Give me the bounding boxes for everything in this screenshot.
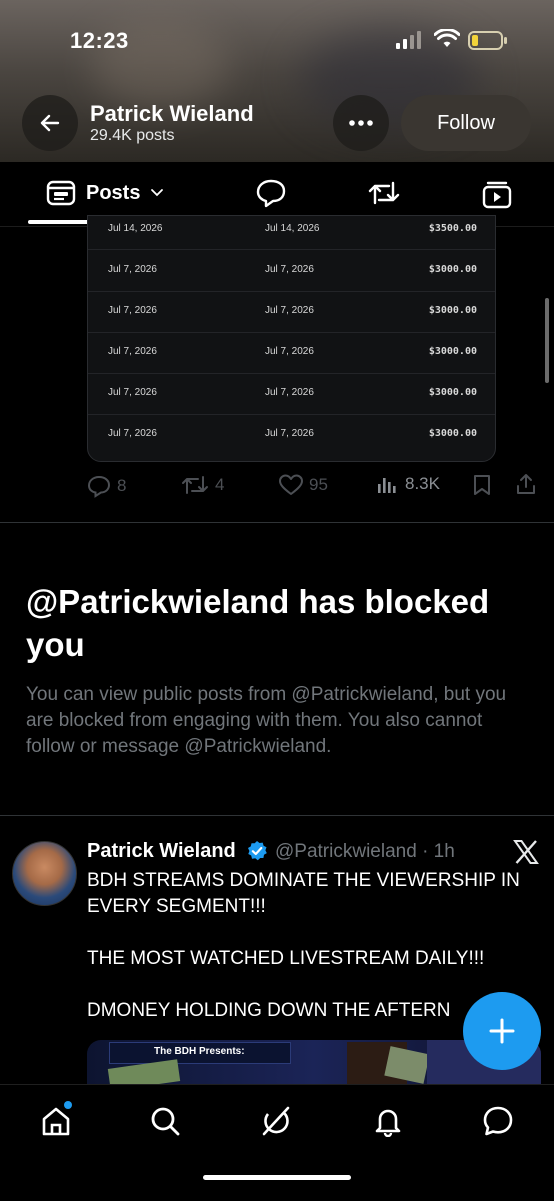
table-cell-date: Jul 14, 2026: [265, 223, 320, 234]
table-cell-date: Jul 7, 2026: [265, 428, 314, 439]
table-cell-date: Jul 7, 2026: [265, 346, 314, 357]
share-button[interactable]: [515, 472, 537, 501]
table-cell-amount: $3000.00: [428, 264, 477, 275]
bookmark-button[interactable]: [472, 474, 492, 501]
reply-count: 8: [117, 476, 127, 495]
chevron-down-icon: [151, 189, 164, 197]
table-cell-date: Jul 7, 2026: [265, 305, 314, 316]
views-action[interactable]: 8.3K: [377, 474, 440, 494]
table-cell-amount: $3500.00: [428, 223, 477, 234]
bell-icon: [375, 1109, 401, 1137]
reply-action[interactable]: 8: [87, 474, 126, 498]
table-cell-date: Jul 7, 2026: [108, 264, 157, 275]
table-cell-amount: $3000.00: [428, 305, 477, 316]
nav-notifications[interactable]: [370, 1103, 406, 1139]
chat-bubble-icon: [483, 1106, 513, 1136]
signal-icon: [396, 30, 422, 55]
tab-posts[interactable]: Posts: [46, 180, 164, 206]
ellipsis-icon: [349, 120, 373, 126]
table-cell-date: Jul 7, 2026: [108, 346, 157, 357]
notification-dot: [64, 1101, 72, 1109]
media-caption: The BDH Presents:: [154, 1046, 245, 1057]
tab-reposts[interactable]: [367, 179, 401, 212]
grok-icon: [262, 1106, 290, 1136]
more-options-button[interactable]: [333, 95, 389, 151]
profile-name: Patrick Wieland: [90, 101, 254, 126]
follow-button[interactable]: Follow: [401, 95, 531, 151]
blocked-title: @Patrickwieland has blocked you: [26, 583, 490, 663]
reply-icon: [87, 475, 111, 498]
reply-bubble-icon: [256, 179, 286, 208]
nav-grok[interactable]: [258, 1103, 294, 1139]
like-count: 95: [309, 475, 328, 494]
tweet-author-name[interactable]: Patrick Wieland: [87, 840, 236, 863]
table-cell-date: Jul 7, 2026: [108, 305, 157, 316]
divider: [0, 522, 554, 523]
divider: [0, 815, 554, 816]
bottom-navigation: [0, 1084, 554, 1201]
views-count: 8.3K: [405, 474, 440, 493]
nav-search[interactable]: [147, 1103, 183, 1139]
table-cell-date: Jul 7, 2026: [108, 387, 157, 398]
plus-icon: [489, 1018, 515, 1044]
table-row: Jul 14, 2026 Jul 14, 2026 $3500.00: [88, 216, 495, 250]
back-button[interactable]: [22, 95, 78, 151]
scrollbar[interactable]: [545, 298, 549, 383]
table-cell-date: Jul 7, 2026: [265, 387, 314, 398]
nav-home[interactable]: [38, 1101, 74, 1139]
post-table-image[interactable]: Jul 14, 2026 Jul 14, 2026 $3500.00 Jul 7…: [87, 215, 496, 462]
table-cell-date: Jul 7, 2026: [265, 264, 314, 275]
repost-action[interactable]: 4: [181, 474, 224, 496]
tab-posts-label: Posts: [86, 181, 141, 204]
media-caption-box: The BDH Presents:: [109, 1042, 291, 1064]
table-row: Jul 7, 2026 Jul 7, 2026 $3000.00: [88, 250, 495, 292]
repost-count: 4: [215, 475, 225, 494]
table-cell-date: Jul 7, 2026: [108, 428, 157, 439]
table-row: Jul 7, 2026 Jul 7, 2026 $3000.00: [88, 332, 495, 374]
like-action[interactable]: 95: [279, 474, 328, 496]
table-cell-amount: $3000.00: [428, 428, 477, 439]
tab-media[interactable]: [482, 179, 512, 214]
x-logo-icon: [513, 840, 539, 869]
table-row: Jul 7, 2026 Jul 7, 2026 $3000.00: [88, 373, 495, 415]
arrow-left-icon: [40, 114, 60, 132]
repost-icon: [182, 476, 208, 494]
posts-tab-icon: [46, 180, 76, 206]
status-time: 12:23: [70, 28, 129, 53]
tweet-text: BDH STREAMS DOMINATE THE VIEWERSHIP IN E…: [87, 870, 520, 1021]
tab-replies[interactable]: [255, 178, 287, 213]
home-icon: [42, 1107, 70, 1136]
compose-button[interactable]: [463, 992, 541, 1070]
verified-badge-icon: [246, 840, 268, 867]
views-chart-icon: [378, 478, 396, 493]
search-icon: [151, 1107, 180, 1136]
table-cell-amount: $3000.00: [428, 346, 477, 357]
profile-posts-count: 29.4K posts: [90, 127, 175, 144]
repost-icon: [368, 181, 400, 205]
bookmark-icon: [474, 475, 490, 495]
share-icon: [517, 474, 535, 494]
home-indicator: [203, 1175, 351, 1180]
table-row: Jul 7, 2026 Jul 7, 2026 $3000.00: [88, 291, 495, 333]
heart-icon: [279, 474, 303, 495]
table-cell-amount: $3000.00: [428, 387, 477, 398]
avatar[interactable]: [12, 841, 77, 906]
battery-icon: [468, 31, 508, 56]
blocked-body: You can view public posts from @Patrickw…: [26, 684, 507, 757]
table-cell-date: Jul 14, 2026: [108, 223, 163, 234]
tweet-handle-time: @Patrickwieland · 1h: [275, 841, 455, 862]
wifi-icon: [433, 28, 461, 54]
nav-messages[interactable]: [480, 1103, 516, 1139]
video-tab-icon: [482, 181, 512, 209]
table-row: Jul 7, 2026 Jul 7, 2026 $3000.00: [88, 414, 495, 455]
